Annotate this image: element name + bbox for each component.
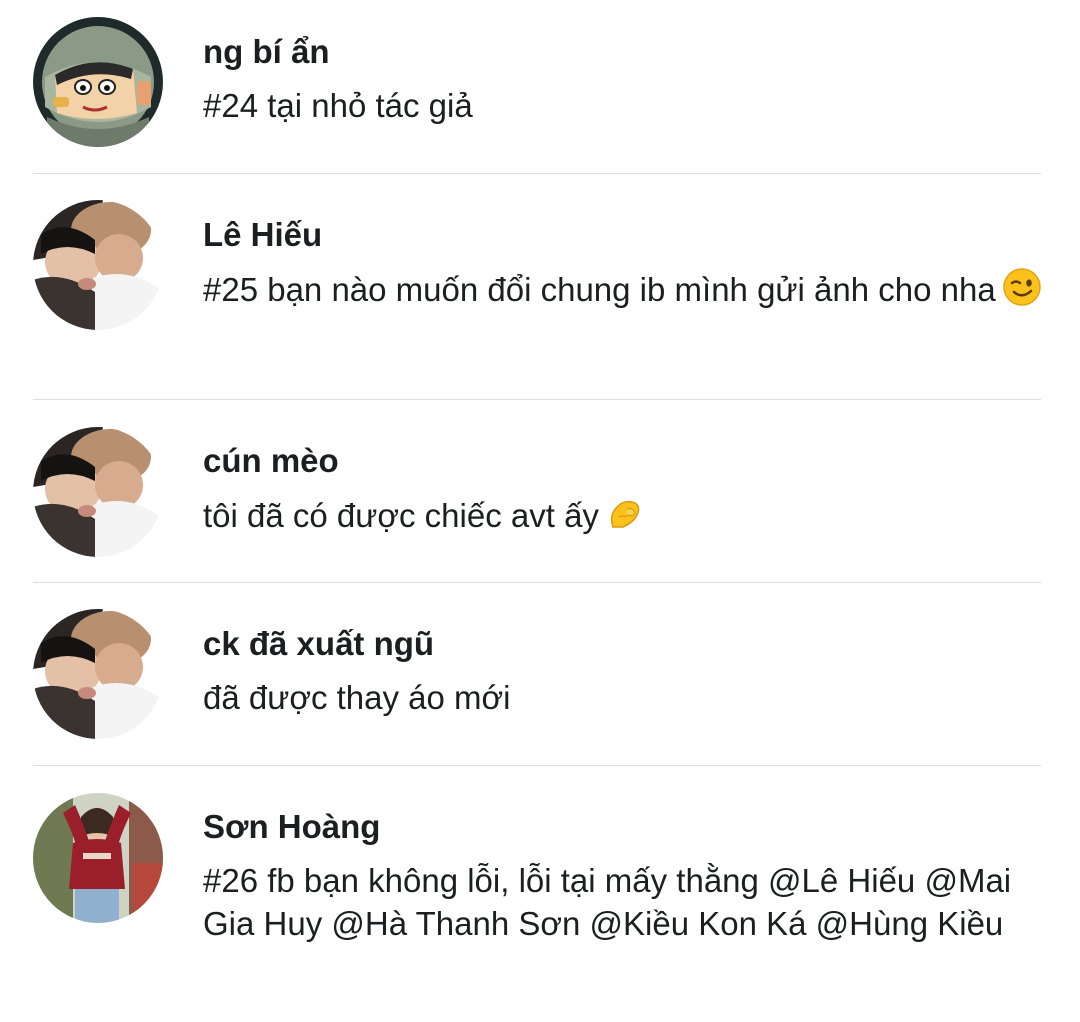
comment-item: ng bí ẩn #24 tại nhỏ tác giả [0,0,1080,173]
comment-text: #25 bạn nào muốn đổi chung ib mình gửi ả… [203,267,1043,317]
comment-item: cún mèo tôi đã có được chiếc avt ấy [0,400,1080,582]
comment-body: #26 fb bạn không lỗi, lỗi tại mấy thằng … [203,862,1012,942]
winking-face-emoji [1002,267,1042,317]
comment-author[interactable]: cún mèo [203,441,339,481]
comment-item: ck đã xuất ngũ đã được thay áo mới [0,583,1080,765]
comment-author[interactable]: ck đã xuất ngũ [203,624,434,664]
girl-in-red-sweater-avatar[interactable] [33,793,163,923]
comment-body: #25 bạn nào muốn đổi chung ib mình gửi ả… [203,271,996,308]
comment-text: đã được thay áo mới [203,676,1043,719]
comment-body: tôi đã có được chiếc avt ấy [203,497,599,534]
comment-item: Sơn Hoàng #26 fb bạn không lỗi, lỗi tại … [0,766,1080,1022]
pinching-hand-emoji [605,493,645,543]
comment-feed: ng bí ẩn #24 tại nhỏ tác giả Lê Hiếu #25… [0,0,1080,1022]
comment-author[interactable]: Sơn Hoàng [203,807,380,847]
comment-author[interactable]: Lê Hiếu [203,215,322,255]
couple-photo-avatar[interactable] [33,427,163,557]
comment-body: #24 tại nhỏ tác giả [203,87,473,124]
comment-author[interactable]: ng bí ẩn [203,32,330,72]
comment-item: Lê Hiếu #25 bạn nào muốn đổi chung ib mì… [0,174,1080,399]
comment-body: đã được thay áo mới [203,679,511,716]
comment-text: tôi đã có được chiếc avt ấy [203,493,1043,543]
couple-photo-avatar[interactable] [33,609,163,739]
comment-text: #26 fb bạn không lỗi, lỗi tại mấy thằng … [203,859,1043,945]
cartoon-boy-avatar[interactable] [33,17,163,147]
comment-text: #24 tại nhỏ tác giả [203,84,1043,127]
couple-photo-avatar[interactable] [33,200,163,330]
